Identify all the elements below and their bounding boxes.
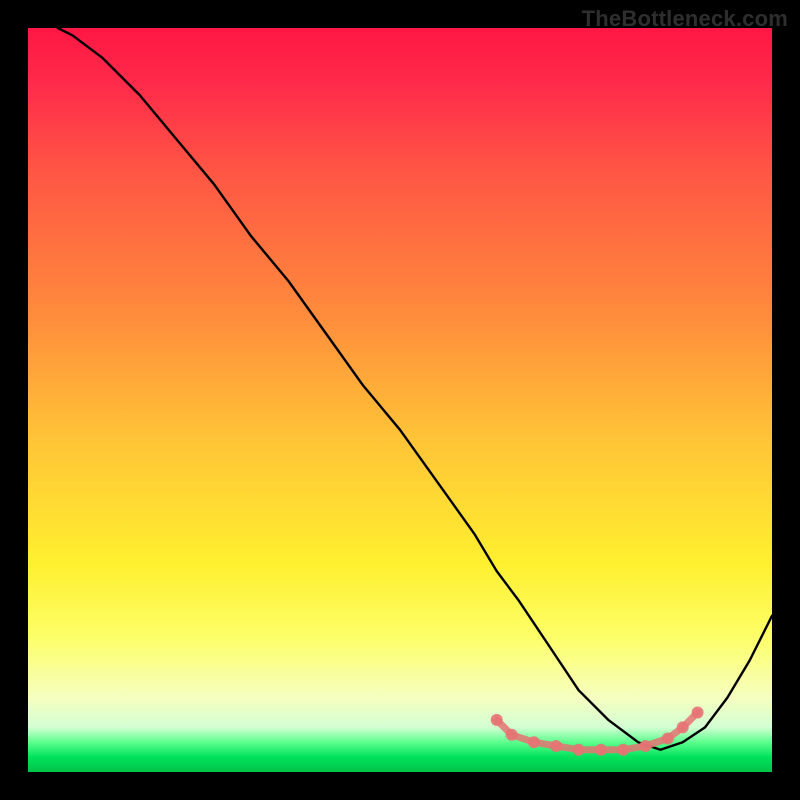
optimal-range-marker [550, 740, 562, 752]
optimal-range-marker [595, 744, 607, 756]
chart-overlay-svg [28, 28, 772, 772]
optimal-range-marker [506, 729, 518, 741]
optimal-range-marker [528, 736, 540, 748]
optimal-range-marker [662, 733, 674, 745]
optimal-range-marker [692, 707, 704, 719]
bottleneck-curve-path [58, 28, 772, 750]
optimal-range-group [491, 707, 704, 756]
optimal-range-marker [617, 744, 629, 756]
optimal-range-marker [677, 721, 689, 733]
optimal-range-marker [640, 740, 652, 752]
chart-root: TheBottleneck.com [0, 0, 800, 800]
plot-area [28, 28, 772, 772]
optimal-range-marker [573, 744, 585, 756]
optimal-range-marker [491, 714, 503, 726]
